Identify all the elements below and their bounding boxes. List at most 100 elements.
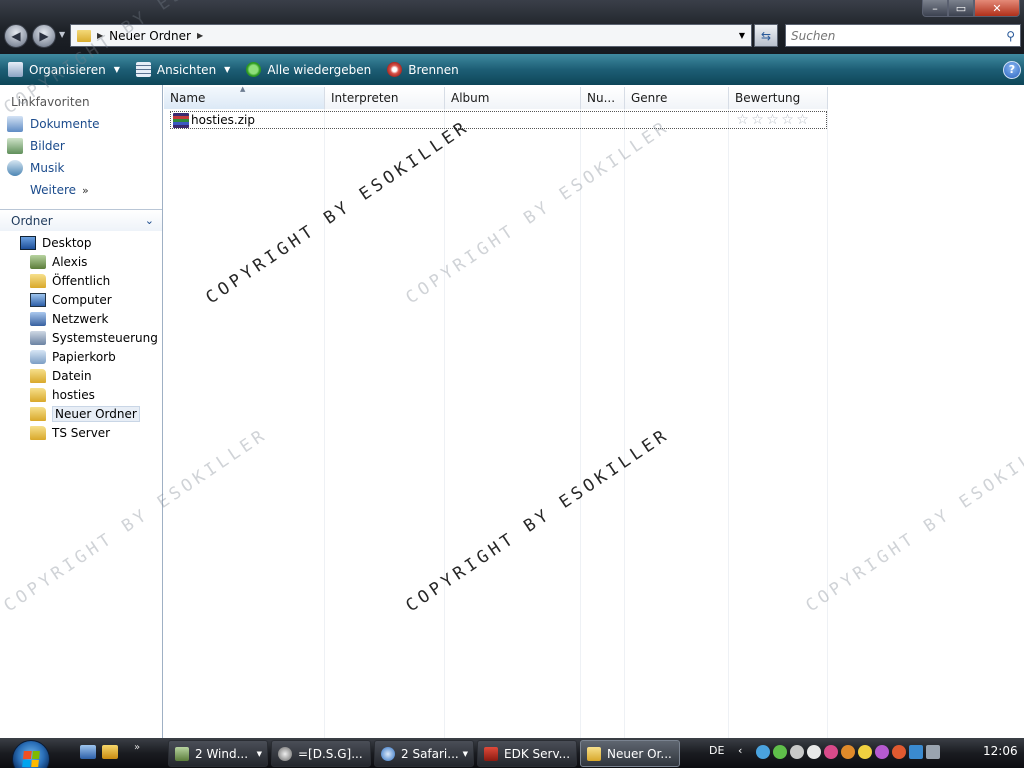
tray-firefox-icon[interactable] — [841, 745, 855, 759]
tray-drive-icon[interactable] — [790, 745, 804, 759]
address-dropdown-icon[interactable]: ▼ — [739, 31, 745, 40]
tree-item-control-panel[interactable]: Systemsteuerung — [0, 328, 162, 347]
window-controls: – ▭ ✕ — [922, 0, 1020, 17]
views-button[interactable]: Ansichten ▼ — [128, 54, 238, 85]
chevron-down-icon: ⌄ — [144, 214, 154, 227]
file-row[interactable]: hosties.zip ☆ ☆ ☆ ☆ ☆ — [170, 111, 827, 129]
tray-volume-icon[interactable] — [926, 745, 940, 759]
folder-icon — [30, 368, 46, 383]
tree-item-public[interactable]: Öffentlich — [0, 271, 162, 290]
column-header-rating[interactable]: Bewertung — [729, 87, 828, 109]
folder-icon — [77, 29, 91, 42]
column-header-genre[interactable]: Genre — [625, 87, 729, 109]
tray-monitor-icon[interactable] — [909, 745, 923, 759]
burn-label: Brennen — [408, 62, 459, 77]
favorite-pictures[interactable]: Bilder — [0, 135, 162, 157]
column-header-album[interactable]: Album — [445, 87, 581, 109]
breadcrumb-separator-icon[interactable]: ▶ — [97, 31, 103, 40]
help-icon: ? — [1008, 63, 1016, 76]
tree-item-computer[interactable]: Computer — [0, 290, 162, 309]
tray-app-icon[interactable] — [824, 745, 838, 759]
taskbar-button-new-folder[interactable]: Neuer Or... — [580, 740, 680, 767]
tray-close-icon[interactable] — [807, 745, 821, 759]
folder-icon — [30, 406, 46, 421]
favorites-more-link[interactable]: Weitere » — [0, 179, 162, 201]
favorite-music[interactable]: Musik — [0, 157, 162, 179]
search-input[interactable] — [786, 28, 986, 43]
column-label: Genre — [631, 91, 668, 105]
column-divider — [324, 109, 325, 738]
taskbar-button-safari[interactable]: 2 Safari... ▼ — [374, 740, 474, 767]
tree-item-new-folder[interactable]: Neuer Ordner — [0, 404, 162, 423]
tray-messenger-icon[interactable] — [773, 745, 787, 759]
organize-button[interactable]: Organisieren ▼ — [0, 54, 128, 85]
maximize-button[interactable]: ▭ — [948, 0, 974, 17]
folders-header[interactable]: Ordner ⌄ — [0, 209, 162, 231]
breadcrumb-chevron-icon[interactable]: ▶ — [197, 31, 203, 40]
taskbar-button-edk-server[interactable]: EDK Serv... — [477, 740, 577, 767]
tray-apple-icon[interactable] — [875, 745, 889, 759]
star-icon[interactable]: ☆ — [765, 113, 780, 127]
history-dropdown-icon[interactable]: ▼ — [59, 30, 65, 39]
tray-expand-icon[interactable]: ‹ — [738, 744, 742, 757]
tree-label: Neuer Ordner — [52, 405, 140, 422]
show-desktop-icon[interactable] — [80, 745, 96, 759]
star-icon[interactable]: ☆ — [735, 113, 750, 127]
magnifier-icon[interactable]: ⚲ — [1006, 29, 1015, 43]
column-header-number[interactable]: Nu... — [581, 87, 625, 109]
quick-launch-more-icon[interactable]: » — [134, 742, 140, 753]
refresh-button[interactable]: ⇆ — [754, 24, 778, 47]
star-icon[interactable]: ☆ — [780, 113, 795, 127]
task-label: =[D.S.G]... — [298, 746, 363, 761]
tray-network-icon[interactable] — [756, 745, 770, 759]
tree-item-hosties[interactable]: hosties — [0, 385, 162, 404]
back-button[interactable]: ◀ — [4, 24, 28, 48]
tree-label: Netzwerk — [52, 311, 109, 326]
refresh-icon: ⇆ — [760, 28, 772, 43]
help-button[interactable]: ? — [1003, 60, 1021, 79]
tree-item-ts-server[interactable]: TS Server — [0, 423, 162, 442]
tray-skype-icon[interactable] — [892, 745, 906, 759]
close-button[interactable]: ✕ — [974, 0, 1020, 17]
star-icon[interactable]: ☆ — [795, 113, 810, 127]
file-name: hosties.zip — [191, 113, 255, 127]
column-header-row: ▲ Name Interpreten Album Nu... Genre Bew… — [164, 85, 828, 109]
tree-item-recycle-bin[interactable]: Papierkorb — [0, 347, 162, 366]
forward-button[interactable]: ▶ — [32, 24, 56, 48]
tree-item-network[interactable]: Netzwerk — [0, 309, 162, 328]
play-icon — [246, 62, 262, 77]
tree-item-desktop[interactable]: Desktop — [0, 233, 162, 252]
burn-button[interactable]: Brennen — [379, 54, 466, 85]
tray-moon-icon[interactable] — [858, 745, 872, 759]
address-bar[interactable]: ▶ Neuer Ordner ▶ ▼ — [70, 24, 752, 47]
language-indicator[interactable]: DE — [709, 744, 724, 757]
tree-label: Systemsteuerung — [52, 330, 158, 345]
tree-item-datein[interactable]: Datein — [0, 366, 162, 385]
column-header-name[interactable]: ▲ Name — [164, 85, 325, 109]
desktop-icon — [20, 235, 36, 250]
chevron-down-icon: ▼ — [256, 749, 262, 758]
tree-item-alexis[interactable]: Alexis — [0, 252, 162, 271]
play-all-button[interactable]: Alle wiedergeben — [238, 54, 379, 85]
media-player-icon[interactable] — [102, 745, 118, 759]
filezilla-icon — [484, 746, 498, 761]
column-header-artists[interactable]: Interpreten — [325, 87, 445, 109]
rating-stars[interactable]: ☆ ☆ ☆ ☆ ☆ — [735, 113, 810, 127]
command-bar: Organisieren ▼ Ansichten ▼ Alle wiederge… — [0, 54, 1024, 85]
column-divider — [444, 109, 445, 738]
tree-label: Datein — [52, 368, 92, 383]
views-label: Ansichten — [156, 62, 217, 77]
search-box[interactable]: ⚲ — [785, 24, 1021, 47]
star-icon[interactable]: ☆ — [750, 113, 765, 127]
taskbar-button-dsg[interactable]: =[D.S.G]... — [271, 740, 371, 767]
clock[interactable]: 12:06 — [983, 744, 1018, 758]
breadcrumb-current[interactable]: Neuer Ordner — [109, 29, 191, 43]
file-list-pane[interactable]: ▲ Name Interpreten Album Nu... Genre Bew… — [164, 85, 1024, 738]
taskbar-button-windows[interactable]: 2 Wind... ▼ — [168, 740, 268, 767]
favorite-documents[interactable]: Dokumente — [0, 113, 162, 135]
folder-tree: Desktop Alexis Öffentlich Computer Netzw… — [0, 233, 162, 442]
favorites-header: Linkfavoriten — [11, 95, 90, 109]
music-icon — [7, 160, 23, 176]
minimize-button[interactable]: – — [922, 0, 948, 17]
task-label: 2 Safari... — [401, 746, 459, 761]
